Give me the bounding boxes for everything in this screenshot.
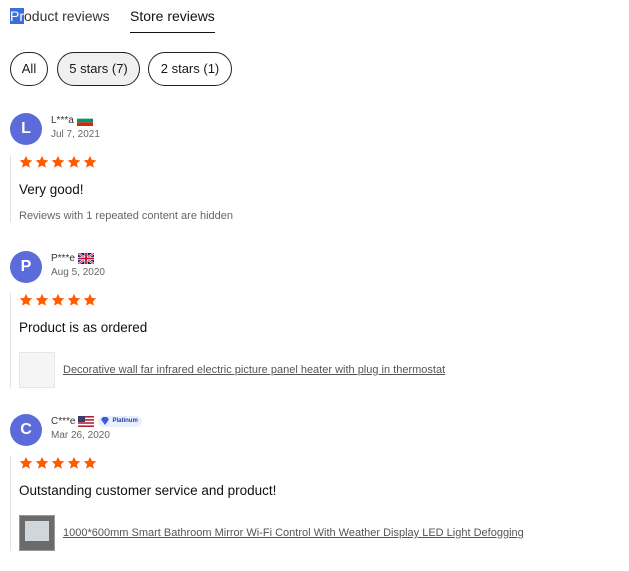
avatar: L bbox=[10, 113, 42, 145]
star-icon bbox=[19, 293, 33, 306]
star-icon bbox=[35, 155, 49, 168]
hidden-repeats-note: Reviews with 1 repeated content are hidd… bbox=[19, 210, 234, 222]
diamond-icon bbox=[101, 417, 110, 425]
star-icon bbox=[83, 155, 97, 168]
reviewer-name: L***a bbox=[51, 114, 74, 126]
reviewer-name: P***e bbox=[51, 252, 75, 264]
platinum-badge: Platinum bbox=[98, 415, 142, 427]
reviewer-name-row: L***a bbox=[51, 113, 93, 127]
review-text: Product is as ordered bbox=[19, 320, 148, 335]
usa-flag-icon bbox=[78, 415, 95, 427]
filter-all-chip[interactable]: All bbox=[10, 52, 48, 86]
tab-product-reviews-label: oduct reviews bbox=[24, 8, 110, 24]
review-text: Outstanding customer service and product… bbox=[19, 483, 277, 498]
reviewed-product-link[interactable]: Decorative wall far infrared electric pi… bbox=[19, 352, 609, 388]
badge-label: Platinum bbox=[112, 418, 138, 424]
tab-store-reviews[interactable]: Store reviews bbox=[130, 8, 215, 24]
star-icon bbox=[35, 456, 49, 469]
product-thumbnail[interactable] bbox=[19, 515, 55, 551]
star-icon bbox=[51, 293, 65, 306]
bulgaria-flag-icon bbox=[76, 114, 93, 126]
tab-product-reviews[interactable]: Product reviews bbox=[10, 8, 110, 24]
filter-5-stars-chip[interactable]: 5 stars (7) bbox=[57, 52, 140, 86]
reviewer-name-row: P***e bbox=[51, 251, 94, 265]
star-rating bbox=[19, 155, 609, 169]
review-tabs: Product reviews Store reviews bbox=[10, 0, 610, 40]
uk-flag-icon bbox=[77, 252, 94, 264]
star-icon bbox=[19, 155, 33, 168]
tab-product-reviews-selected-text: Pr bbox=[10, 8, 24, 24]
product-thumbnail[interactable] bbox=[19, 352, 55, 388]
star-icon bbox=[35, 293, 49, 306]
star-icon bbox=[51, 155, 65, 168]
star-rating bbox=[19, 456, 609, 470]
filter-2-stars-chip[interactable]: 2 stars (1) bbox=[148, 52, 232, 86]
product-title-link[interactable]: Decorative wall far infrared electric pi… bbox=[63, 364, 445, 376]
reviewed-product-link[interactable]: 1000*600mm Smart Bathroom Mirror Wi-Fi C… bbox=[19, 515, 609, 551]
star-icon bbox=[19, 456, 33, 469]
tab-active-underline bbox=[130, 32, 215, 33]
star-icon bbox=[67, 456, 81, 469]
reviewer-name: C***e bbox=[51, 415, 76, 427]
review-body: Outstanding customer service and product… bbox=[10, 456, 609, 551]
star-icon bbox=[83, 293, 97, 306]
avatar: P bbox=[10, 251, 42, 283]
star-icon bbox=[67, 293, 81, 306]
star-rating bbox=[19, 293, 609, 307]
review-text: Very good! bbox=[19, 182, 84, 197]
product-title-link[interactable]: 1000*600mm Smart Bathroom Mirror Wi-Fi C… bbox=[63, 527, 524, 539]
review-date: Aug 5, 2020 bbox=[51, 267, 105, 278]
reviewer-name-row: C***e Platinum bbox=[51, 414, 142, 428]
star-icon bbox=[83, 456, 97, 469]
avatar: C bbox=[10, 414, 42, 446]
review-date: Mar 26, 2020 bbox=[51, 430, 110, 441]
star-icon bbox=[51, 456, 65, 469]
review-body: Very good! Reviews with 1 repeated conte… bbox=[10, 155, 609, 222]
review-body: Product is as ordered Decorative wall fa… bbox=[10, 293, 609, 388]
review-date: Jul 7, 2021 bbox=[51, 129, 100, 140]
star-icon bbox=[67, 155, 81, 168]
